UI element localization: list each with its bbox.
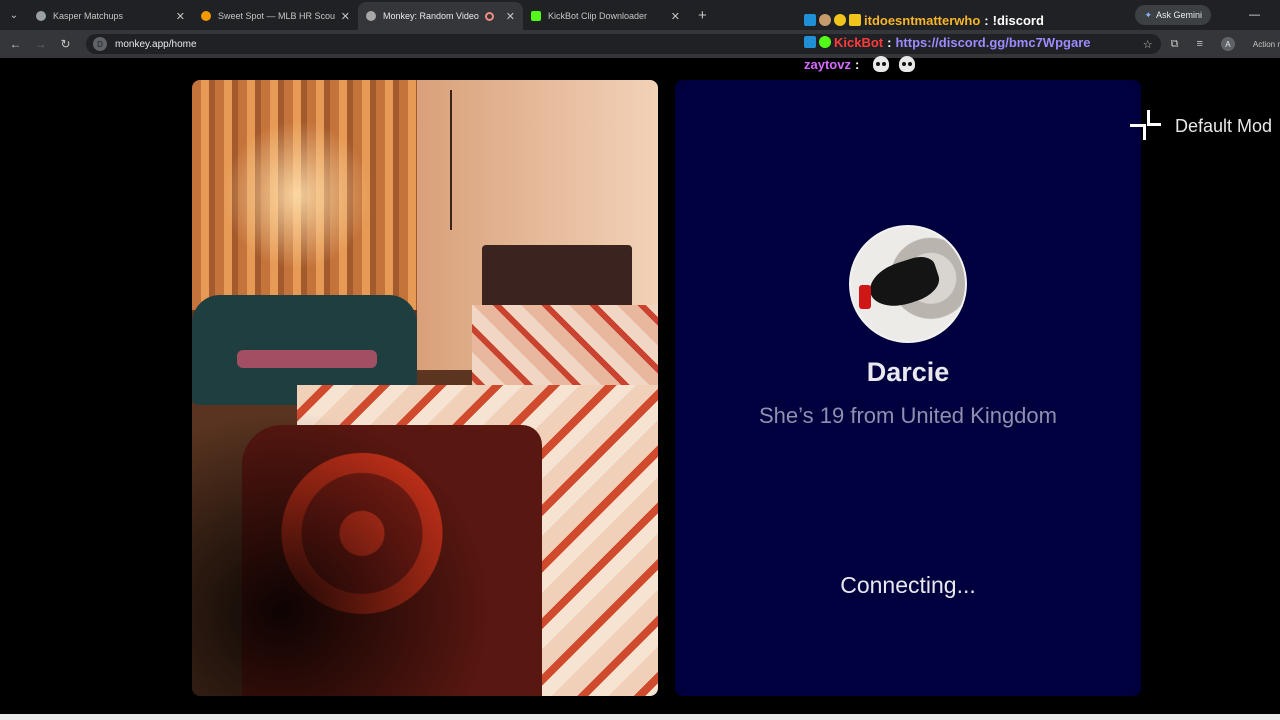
monkey-icon: [366, 11, 376, 21]
wall-wire: [450, 90, 452, 230]
tab-title: Sweet Spot — MLB HR Scouting: [218, 11, 335, 21]
back-button[interactable]: ←: [3, 37, 28, 51]
minimize-arrows-icon: [1130, 110, 1162, 142]
close-icon[interactable]: ✕: [176, 10, 185, 23]
tab-title: Monkey: Random Video Chat: [383, 11, 481, 21]
tabbar-right: ✦ Ask Gemini —: [1135, 0, 1280, 30]
match-name: Darcie: [866, 357, 950, 387]
tab-kasper-matchups[interactable]: Kasper Matchups ✕: [28, 2, 193, 30]
reload-button[interactable]: ↻: [53, 37, 78, 51]
chat-colon: :: [887, 34, 892, 50]
avatar[interactable]: [849, 225, 967, 343]
gift-badge-icon: [834, 14, 846, 26]
chat-username[interactable]: itdoesntmatterwho: [864, 13, 980, 28]
extensions-icon[interactable]: ⧉: [1171, 38, 1179, 51]
kick-icon: [531, 11, 541, 21]
mode-label: Default Mod: [1175, 115, 1273, 136]
skull-emote-icon: [873, 56, 890, 72]
avatar-photo-red: [859, 285, 871, 309]
tab-title: Kasper Matchups: [53, 11, 124, 21]
bookmark-star-icon[interactable]: ☆: [1143, 38, 1153, 51]
reading-list-icon[interactable]: ≡: [1196, 38, 1202, 50]
close-icon[interactable]: ✕: [341, 10, 350, 23]
new-tab-button[interactable]: +: [698, 7, 707, 24]
avatar-photo-hand: [864, 252, 944, 314]
skull-emote-icon: [899, 56, 916, 72]
close-icon[interactable]: ✕: [671, 10, 680, 23]
chat-username[interactable]: KickBot: [834, 35, 883, 50]
tab-title: KickBot Clip Downloader: [548, 11, 648, 21]
sub-badge-icon: [819, 14, 831, 26]
chat-colon: :: [854, 56, 860, 72]
action-label[interactable]: Action r: [1253, 40, 1280, 49]
gemini-icon: ✦: [1144, 9, 1152, 20]
tab-sweet-spot[interactable]: Sweet Spot — MLB HR Scouting ✕: [193, 2, 358, 30]
bot-check-icon: [819, 36, 831, 48]
toolbar-actions: ☆ ⧉ ≡ A Action r: [1134, 30, 1280, 58]
default-mode-button[interactable]: Default Mod: [1112, 100, 1280, 152]
chat-message: KickBot : https://discord.gg/bmc7Wpgare: [804, 31, 1124, 53]
profile-avatar[interactable]: A: [1220, 37, 1235, 51]
foreground-shadow: [192, 410, 492, 696]
chat-message: zaytovz :: [804, 53, 1124, 75]
chat-username[interactable]: zaytovz: [804, 57, 851, 72]
url-text[interactable]: monkey.app/home: [115, 39, 197, 50]
ask-gemini-label: Ask Gemini: [1155, 10, 1202, 20]
verified-badge-icon: [804, 36, 816, 48]
camera-video-feed: [192, 80, 658, 696]
crown-badge-icon: [849, 14, 861, 26]
ask-gemini-button[interactable]: ✦ Ask Gemini: [1135, 5, 1211, 25]
site-info-icon[interactable]: D: [93, 37, 107, 51]
chat-overlay: itdoesntmatterwho : !discord KickBot : h…: [804, 9, 1124, 75]
match-panel: Darcie She’s 19 from United Kingdom Conn…: [675, 80, 1141, 696]
sweet-spot-icon: [201, 11, 211, 21]
tab-kickbot[interactable]: KickBot Clip Downloader ✕: [523, 2, 688, 30]
bottom-strip: [0, 714, 1280, 720]
chat-message: itdoesntmatterwho : !discord: [804, 9, 1124, 31]
window-light: [222, 120, 372, 270]
globe-icon: [36, 11, 46, 21]
cushion: [237, 350, 377, 368]
recording-icon: [484, 11, 494, 21]
chat-colon: :: [984, 12, 989, 28]
minimize-button[interactable]: —: [1249, 9, 1260, 21]
connection-status: Connecting...: [840, 572, 976, 598]
tab-monkey[interactable]: Monkey: Random Video Chat ✕: [358, 2, 523, 30]
tab-search-button[interactable]: ⌄: [0, 0, 28, 30]
close-icon[interactable]: ✕: [506, 10, 515, 23]
forward-button[interactable]: →: [28, 37, 53, 51]
match-subtitle: She’s 19 from United Kingdom: [759, 403, 1057, 428]
verified-badge-icon: [804, 14, 816, 26]
chat-link[interactable]: https://discord.gg/bmc7Wpgare: [895, 35, 1090, 50]
chat-text: !discord: [992, 12, 1044, 28]
